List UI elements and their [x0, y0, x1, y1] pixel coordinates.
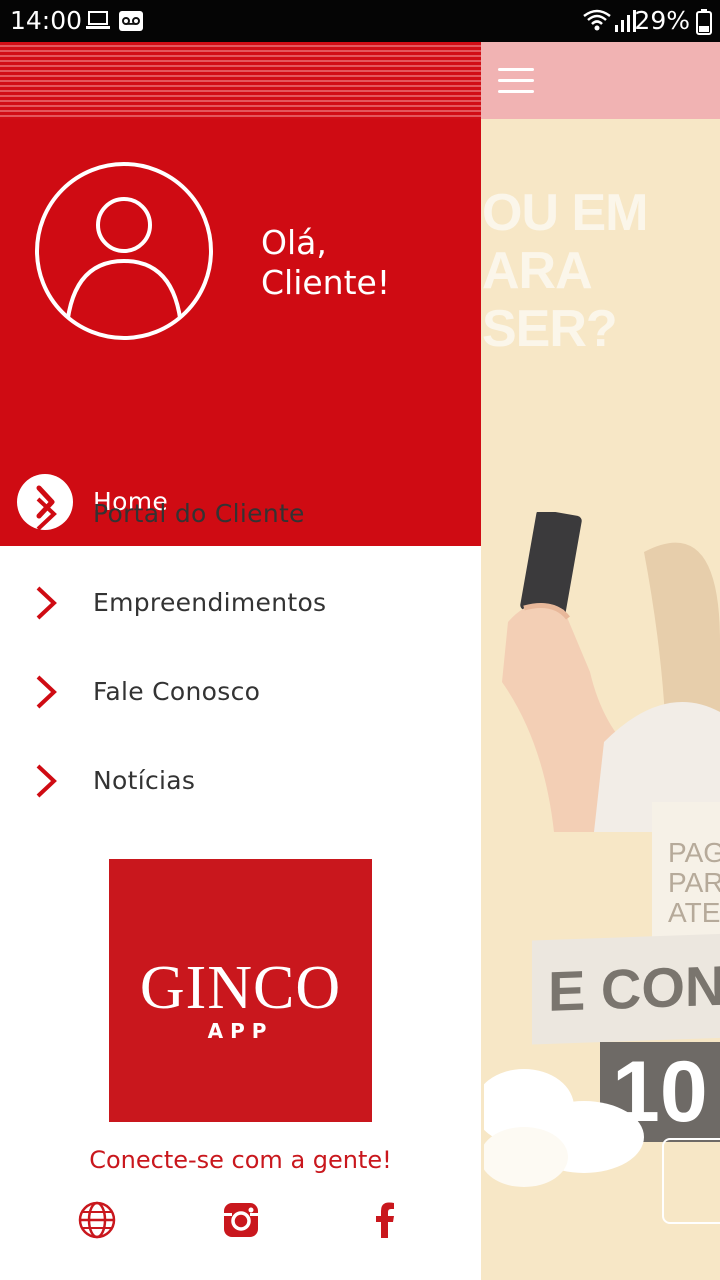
facebook-icon[interactable] [365, 1200, 405, 1240]
menu-item-label: Fale Conosco [93, 677, 261, 706]
menu-item-noticias[interactable]: Notícias [0, 736, 481, 825]
greeting-text: Olá, Cliente! [261, 223, 391, 302]
promo-cloud [484, 1069, 644, 1187]
chevron-right-icon [36, 586, 57, 620]
battery-icon [696, 9, 712, 39]
chevron-right-icon [36, 764, 57, 798]
globe-icon[interactable] [77, 1200, 117, 1240]
hamburger-icon[interactable] [498, 68, 534, 94]
status-bar: 14:00 29% [0, 0, 720, 42]
logo-wordmark: GINCO [139, 954, 342, 1022]
promo-card-illustration [502, 512, 720, 832]
status-time: 14:00 [10, 6, 83, 35]
menu-item-label: Empreendimentos [93, 588, 327, 617]
promo-banner: E CONCORR [532, 933, 720, 1045]
menu-item-portal-do-cliente[interactable]: Portal do Cliente [0, 469, 481, 558]
instagram-icon[interactable] [221, 1200, 261, 1240]
logo-subtitle: APP [207, 1019, 274, 1043]
wifi-icon [582, 8, 612, 36]
connect-text: Conecte-se com a gente! [89, 1146, 392, 1174]
menu-item-fale-conosco[interactable]: Fale Conosco [0, 647, 481, 736]
menu-item-label: Notícias [93, 766, 196, 795]
signal-icon [614, 9, 636, 37]
battery-percent: 29% [634, 6, 690, 35]
user-avatar-icon[interactable] [34, 161, 214, 341]
drawer-header: Olá, Cliente! Home [0, 119, 481, 546]
promo-frame [662, 1138, 720, 1224]
chevron-right-icon [36, 497, 57, 531]
promo-headline: OU EM ARA SER? [482, 184, 648, 358]
menu-item-empreendimentos[interactable]: Empreendimentos [0, 558, 481, 647]
menu-item-label: Portal do Cliente [93, 499, 305, 528]
ginco-app-logo: GINCO APP [109, 859, 372, 1122]
drawer-top-strip [0, 42, 481, 119]
promo-sign: PAG PAR ATE [652, 802, 720, 942]
laptop-icon [86, 10, 110, 34]
voicemail-icon [118, 10, 144, 36]
navigation-drawer: Olá, Cliente! Home Portal do Cliente Emp… [0, 42, 481, 1280]
chevron-right-icon [36, 675, 57, 709]
